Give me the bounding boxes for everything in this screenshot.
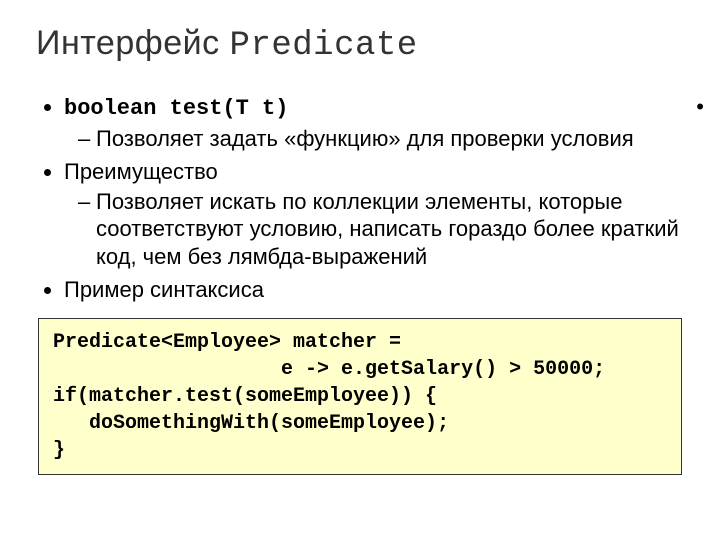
sub-list-1: Позволяет задать «функцию» для проверки … [64,125,684,153]
title-code: Predicate [230,27,418,65]
content-list: boolean test(T t) • Позволяет задать «фу… [36,93,684,304]
bullet-signature: boolean test(T t) • Позволяет задать «фу… [64,93,684,152]
signature-text: boolean test(T t) [64,96,288,121]
title-prefix: Интерфейс [36,24,230,62]
advantage-label: Преимущество [64,159,218,184]
code-example: Predicate<Employee> matcher = e -> e.get… [38,318,682,475]
advantage-desc: Позволяет искать по коллекции элементы, … [82,188,684,271]
trail-dot-icon: • [696,93,704,121]
sub-list-2: Позволяет искать по коллекции элементы, … [64,188,684,271]
signature-desc: Позволяет задать «функцию» для проверки … [82,125,684,153]
slide: Интерфейс Predicate boolean test(T t) • … [0,0,720,540]
syntax-label: Пример синтаксиса [64,277,264,302]
bullet-syntax: Пример синтаксиса [64,276,684,304]
bullet-advantage: Преимущество Позволяет искать по коллекц… [64,158,684,270]
slide-title: Интерфейс Predicate [36,24,684,65]
